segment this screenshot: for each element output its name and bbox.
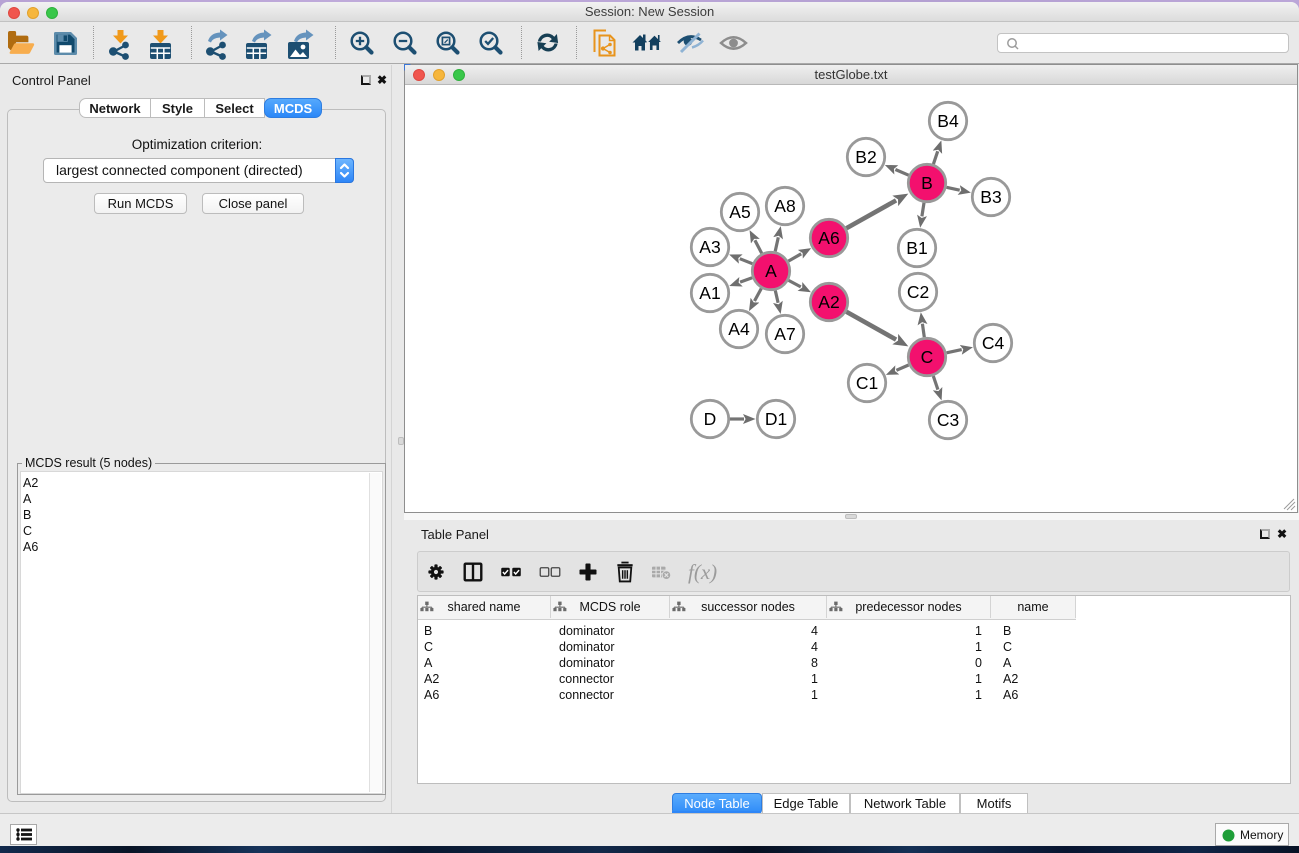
svg-text:C3: C3 bbox=[937, 410, 959, 430]
svg-text:A2: A2 bbox=[818, 292, 839, 312]
svg-text:B2: B2 bbox=[855, 147, 876, 167]
svg-text:A: A bbox=[765, 261, 777, 281]
svg-text:B3: B3 bbox=[980, 187, 1001, 207]
svg-text:A8: A8 bbox=[774, 196, 795, 216]
svg-text:B: B bbox=[921, 173, 933, 193]
svg-text:D1: D1 bbox=[765, 409, 787, 429]
svg-text:f(x): f(x) bbox=[688, 560, 717, 584]
svg-text:B4: B4 bbox=[937, 111, 959, 131]
svg-text:B1: B1 bbox=[906, 238, 927, 258]
svg-text:A6: A6 bbox=[818, 228, 839, 248]
svg-text:A4: A4 bbox=[728, 319, 750, 339]
svg-text:C2: C2 bbox=[907, 282, 929, 302]
svg-text:A3: A3 bbox=[699, 237, 720, 257]
svg-text:A5: A5 bbox=[729, 202, 750, 222]
svg-text:C4: C4 bbox=[982, 333, 1005, 353]
svg-text:C: C bbox=[921, 347, 934, 367]
svg-text:A7: A7 bbox=[774, 324, 795, 344]
svg-text:A1: A1 bbox=[699, 283, 720, 303]
svg-text:D: D bbox=[704, 409, 717, 429]
svg-text:C1: C1 bbox=[856, 373, 878, 393]
